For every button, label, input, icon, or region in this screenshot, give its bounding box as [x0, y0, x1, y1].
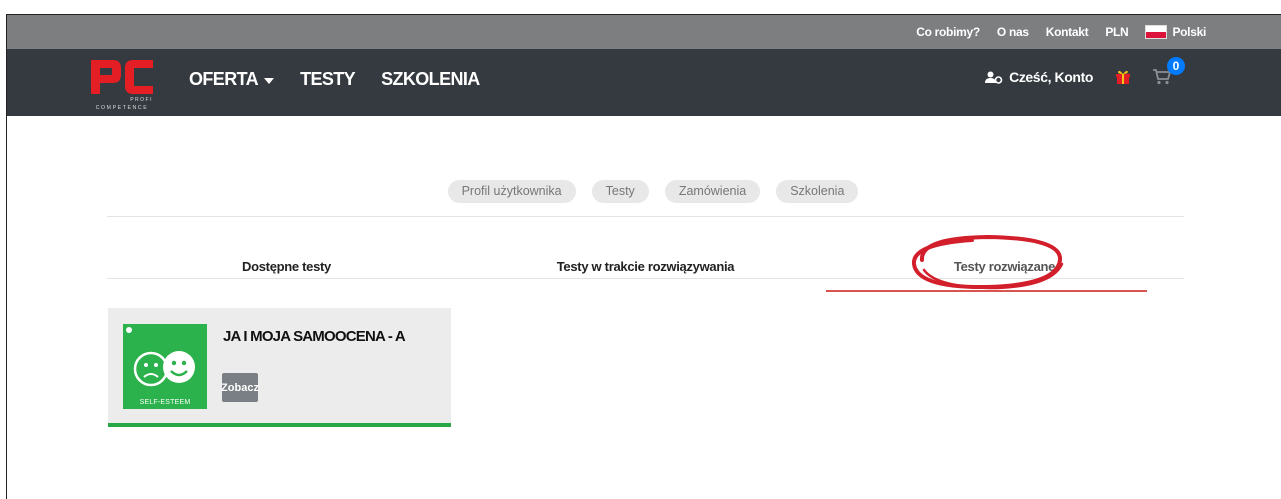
menu-oferta[interactable]: OFERTA: [189, 69, 275, 90]
caret-down-icon: [264, 77, 275, 84]
cart-button[interactable]: 0: [1153, 57, 1185, 85]
link-kontakt[interactable]: Kontakt: [1046, 25, 1089, 39]
browser-viewport: Co robimy? O nas Kontakt PLN Polski PROF…: [6, 14, 1281, 499]
account-section-tabs: Profil użytkownika Testy Zamówienia Szko…: [7, 180, 1281, 203]
active-tab-indicator: [826, 290, 1147, 292]
smiley-faces-icon: [126, 327, 195, 387]
poland-flag-icon: [1145, 25, 1168, 39]
tab-tests-in-progress[interactable]: Testy w trakcie rozwiązywania: [466, 245, 825, 274]
utility-bar: Co robimy? O nas Kontakt PLN Polski: [7, 15, 1281, 49]
language-selector[interactable]: Polski: [1145, 25, 1206, 39]
main-menu: OFERTA TESTY SZKOLENIA: [189, 69, 480, 90]
tab-solved-tests[interactable]: Testy rozwiązane: [825, 245, 1184, 274]
gift-icon[interactable]: [1115, 69, 1131, 85]
language-label: Polski: [1172, 25, 1206, 39]
tab-trainings[interactable]: Szkolenia: [776, 180, 859, 203]
menu-testy[interactable]: TESTY: [300, 69, 356, 90]
menu-oferta-label: OFERTA: [189, 69, 259, 89]
test-title: JA I MOJA SAMOOCENA - A: [223, 328, 406, 345]
main-navbar: PROFI COMPETENCE OFERTA TESTY SZKOLENIA …: [7, 49, 1281, 116]
navbar-right: Cześć, Konto 0: [985, 57, 1185, 85]
currency-selector[interactable]: PLN: [1105, 25, 1128, 39]
menu-szkolenia[interactable]: SZKOLENIA: [381, 69, 480, 90]
link-o-nas[interactable]: O nas: [997, 25, 1029, 39]
account-menu[interactable]: Cześć, Konto: [985, 69, 1093, 85]
svg-text:COMPETENCE: COMPETENCE: [96, 105, 149, 111]
test-thumbnail: SELF-ESTEEM: [123, 324, 207, 409]
cart-count-badge: 0: [1167, 57, 1185, 75]
test-card: SELF-ESTEEM JA I MOJA SAMOOCENA - A Zoba…: [108, 308, 451, 427]
view-button[interactable]: Zobacz: [221, 373, 259, 402]
section-divider-bottom: [107, 278, 1184, 279]
section-divider-top: [107, 216, 1184, 217]
tab-profile[interactable]: Profil użytkownika: [447, 180, 576, 203]
link-co-robimy[interactable]: Co robimy?: [916, 25, 980, 39]
brand-logo[interactable]: PROFI COMPETENCE: [87, 52, 157, 114]
test-status-tabs: Dostępne testy Testy w trakcie rozwiązyw…: [107, 245, 1184, 274]
thumbnail-caption: SELF-ESTEEM: [139, 399, 191, 406]
user-settings-icon: [985, 71, 1003, 84]
tab-available-tests[interactable]: Dostępne testy: [107, 245, 466, 274]
account-label: Cześć, Konto: [1009, 69, 1093, 85]
tab-orders[interactable]: Zamówienia: [664, 180, 761, 203]
tab-tests[interactable]: Testy: [591, 180, 649, 203]
svg-text:PROFI: PROFI: [130, 97, 153, 103]
